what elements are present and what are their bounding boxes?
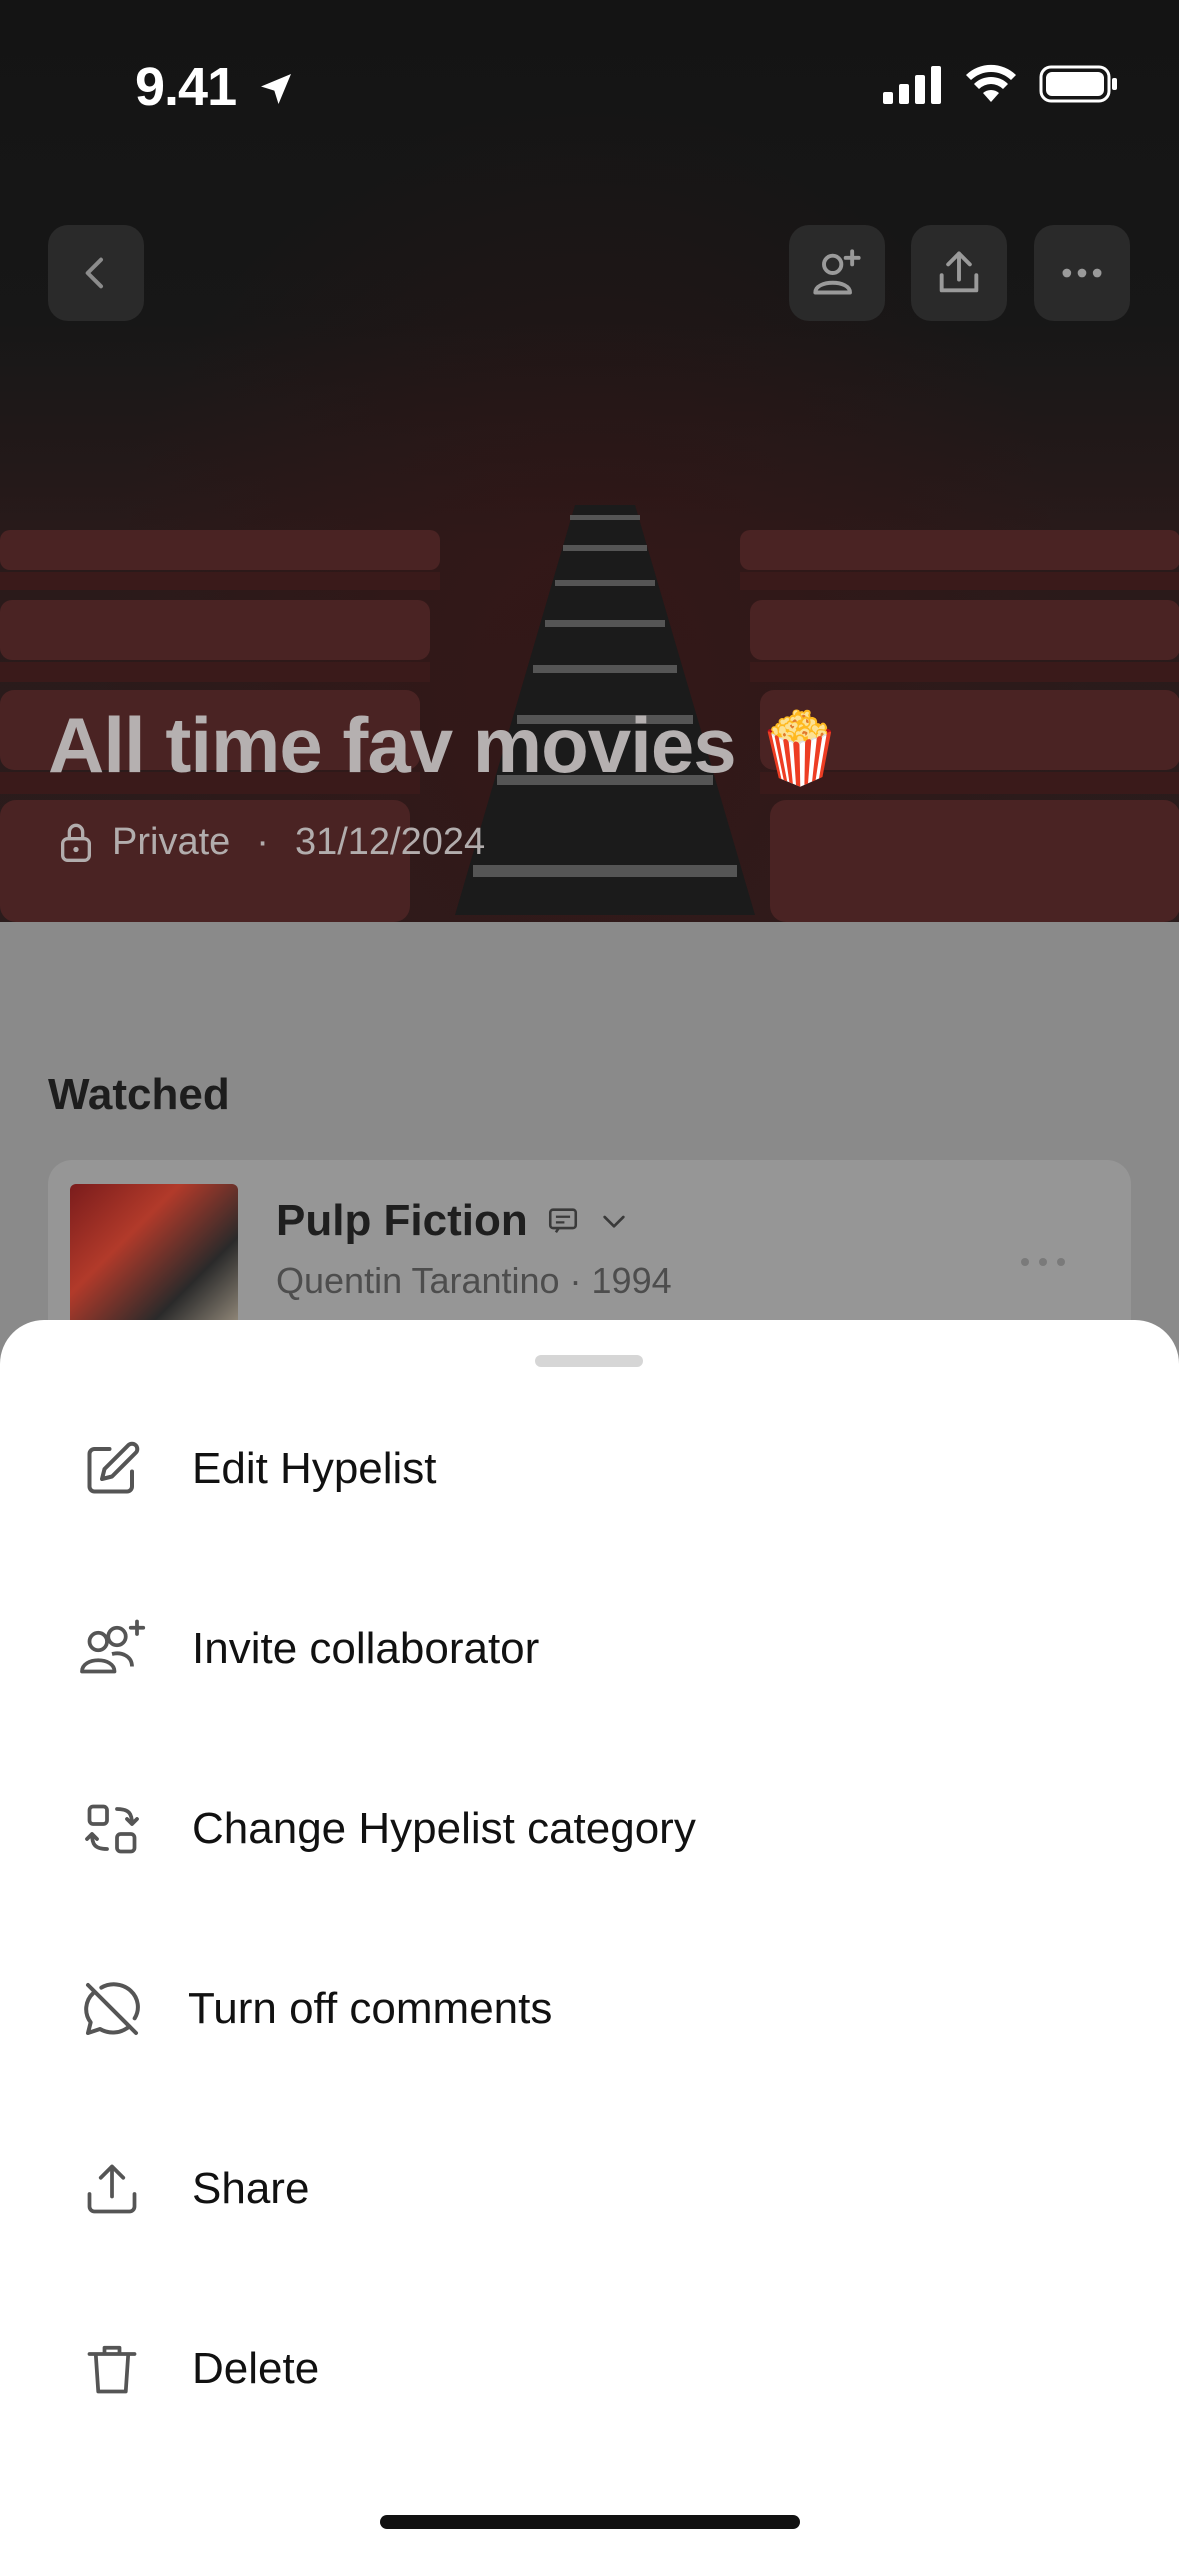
movie-subtitle: Quentin Tarantino · 1994 <box>276 1260 672 1301</box>
menu-label: Share <box>192 2164 310 2213</box>
comments-off-icon <box>84 1982 140 2035</box>
menu-item-turn-off-comments[interactable]: Turn off comments <box>0 1934 1179 2084</box>
wifi-icon <box>966 64 1016 102</box>
chevron-down-icon[interactable] <box>598 1205 630 1237</box>
hypelist-title: All time fav movies 🍿 <box>48 701 843 789</box>
location-arrow-icon <box>261 74 292 104</box>
section-title-watched: Watched <box>48 1070 230 1119</box>
chevron-left-icon <box>85 257 103 289</box>
sheet-grabber[interactable] <box>535 1355 643 1367</box>
status-icons <box>883 64 1119 104</box>
add-person-icon <box>813 249 861 295</box>
movie-title: Pulp Fiction <box>276 1196 528 1245</box>
menu-item-change-category[interactable]: Change Hypelist category <box>0 1754 1179 1904</box>
privacy-label: Private <box>112 820 231 863</box>
hypelist-date: 31/12/2024 <box>294 820 486 863</box>
menu-label: Invite collaborator <box>192 1624 540 1673</box>
menu-label: Change Hypelist category <box>192 1804 696 1853</box>
comment-icon[interactable] <box>546 1204 580 1238</box>
trash-icon <box>87 2345 137 2394</box>
share-icon <box>87 2164 137 2214</box>
back-button[interactable] <box>48 225 144 321</box>
options-bottom-sheet: Edit Hypelist Invite collaborator Change… <box>0 1320 1179 2556</box>
battery-icon <box>1039 65 1117 103</box>
hypelist-meta: Private · 31/12/2024 <box>56 820 485 864</box>
menu-item-edit-hypelist[interactable]: Edit Hypelist <box>0 1394 1179 1544</box>
popcorn-emoji: 🍿 <box>756 709 843 787</box>
menu-label: Edit Hypelist <box>192 1444 437 1493</box>
cellular-signal-icon <box>883 66 941 104</box>
movie-title-row: Pulp Fiction <box>276 1196 630 1246</box>
more-options-button[interactable] <box>1034 225 1130 321</box>
meta-separator: · <box>256 820 269 863</box>
share-button-top[interactable] <box>911 225 1007 321</box>
home-indicator[interactable] <box>380 2515 800 2529</box>
invite-users-icon <box>80 1619 146 1674</box>
menu-label: Delete <box>192 2344 320 2393</box>
add-collaborator-button[interactable] <box>789 225 885 321</box>
status-time: 9.41 <box>135 56 296 118</box>
upload-share-icon <box>939 251 979 293</box>
lock-icon <box>61 823 91 862</box>
hero-banner: 9.41 All time fav movies 🍿 Private · 31/… <box>0 0 1179 922</box>
swap-category-icon <box>85 1804 139 1854</box>
menu-item-share[interactable]: Share <box>0 2114 1179 2264</box>
more-dots-icon <box>1021 1258 1065 1266</box>
menu-label: Turn off comments <box>188 1984 553 2033</box>
more-dots-icon <box>1062 268 1102 278</box>
menu-item-invite-collaborator[interactable]: Invite collaborator <box>0 1574 1179 1724</box>
menu-item-delete[interactable]: Delete <box>0 2294 1179 2444</box>
item-more-button[interactable] <box>1017 1252 1069 1277</box>
edit-icon <box>87 1441 140 1494</box>
